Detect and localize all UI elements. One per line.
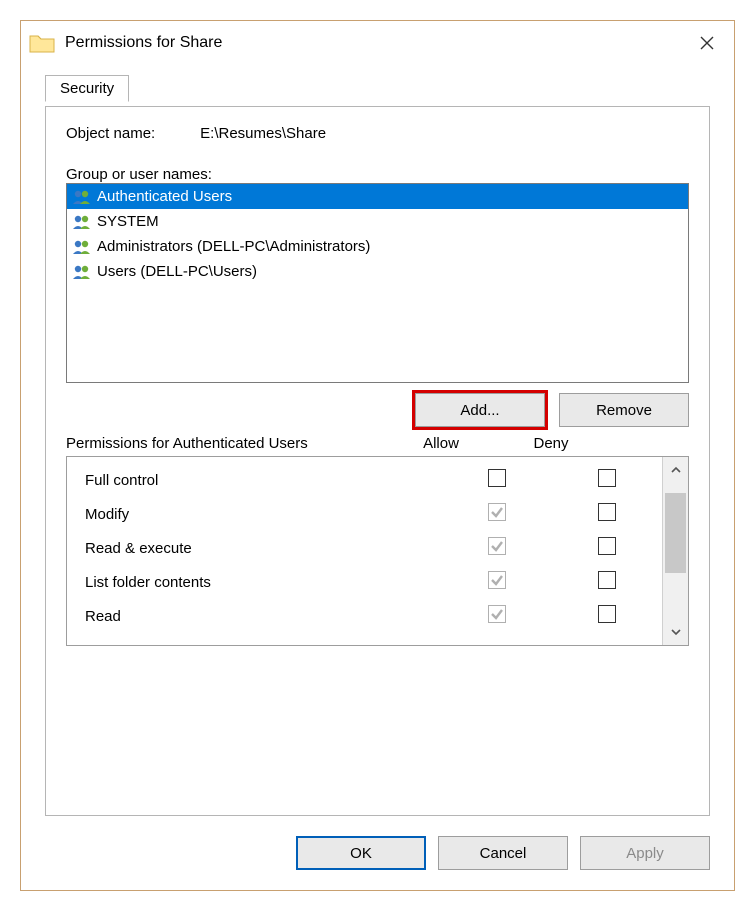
permission-checkbox[interactable] (598, 571, 616, 589)
permission-allow-cell (442, 469, 552, 491)
permission-allow-cell (442, 503, 552, 525)
group-list-item[interactable]: SYSTEM (67, 209, 688, 234)
permission-row: Full control (67, 463, 662, 497)
permission-allow-cell (442, 605, 552, 627)
group-list-item[interactable]: Users (DELL-PC\Users) (67, 259, 688, 284)
security-panel: Object name: E:\Resumes\Share Group or u… (45, 106, 710, 816)
permission-checkbox[interactable] (488, 503, 506, 521)
dialog-body: Security Object name: E:\Resumes\Share G… (21, 65, 734, 824)
permission-deny-cell (552, 537, 662, 559)
permission-checkbox[interactable] (488, 571, 506, 589)
dialog-footer: OK Cancel Apply (21, 824, 734, 890)
users-group-icon (71, 213, 93, 231)
permission-checkbox[interactable] (598, 605, 616, 623)
permission-name: Full control (85, 472, 442, 489)
permission-checkbox[interactable] (488, 605, 506, 623)
permission-checkbox[interactable] (598, 537, 616, 555)
group-list-label: Users (DELL-PC\Users) (97, 263, 257, 280)
chevron-up-icon (670, 464, 682, 476)
scroll-thumb[interactable] (665, 493, 686, 573)
scroll-up-button[interactable] (663, 457, 688, 483)
permission-checkbox[interactable] (598, 503, 616, 521)
group-label: Group or user names: (66, 166, 689, 183)
permission-deny-cell (552, 469, 662, 491)
folder-icon (29, 32, 55, 54)
permission-deny-cell (552, 503, 662, 525)
permissions-box: Full control Modify Read & execute List fol… (66, 456, 689, 646)
scroll-track[interactable] (663, 483, 688, 619)
object-name-row: Object name: E:\Resumes\Share (66, 125, 689, 142)
chevron-down-icon (670, 626, 682, 638)
users-group-icon (71, 188, 93, 206)
permissions-title: Permissions for Authenticated Users (66, 435, 386, 452)
add-button[interactable]: Add... (415, 393, 545, 427)
permission-row: Read & execute (67, 531, 662, 565)
permissions-scrollbar[interactable] (662, 457, 688, 645)
permission-deny-cell (552, 605, 662, 627)
group-list-label: Administrators (DELL-PC\Administrators) (97, 238, 370, 255)
column-header-deny: Deny (496, 435, 606, 452)
permissions-list: Full control Modify Read & execute List fol… (67, 457, 662, 645)
permission-name: Read (85, 608, 442, 625)
permission-allow-cell (442, 571, 552, 593)
close-button[interactable] (690, 29, 724, 57)
object-name-value: E:\Resumes\Share (200, 125, 326, 142)
permission-deny-cell (552, 571, 662, 593)
permission-row: Read (67, 599, 662, 633)
ok-button[interactable]: OK (296, 836, 426, 870)
group-list-label: Authenticated Users (97, 188, 232, 205)
tabstrip: Security (45, 75, 710, 107)
titlebar: Permissions for Share (21, 21, 734, 65)
group-list-item[interactable]: Administrators (DELL-PC\Administrators) (67, 234, 688, 259)
group-list-label: SYSTEM (97, 213, 159, 230)
permission-name: List folder contents (85, 574, 442, 591)
users-group-icon (71, 238, 93, 256)
scroll-down-button[interactable] (663, 619, 688, 645)
permission-row: List folder contents (67, 565, 662, 599)
permissions-header: Permissions for Authenticated Users Allo… (66, 435, 689, 452)
group-list-item[interactable]: Authenticated Users (67, 184, 688, 209)
close-icon (699, 35, 715, 51)
permission-name: Modify (85, 506, 442, 523)
permission-name: Read & execute (85, 540, 442, 557)
permission-checkbox[interactable] (488, 469, 506, 487)
group-button-row: Add... Remove (66, 393, 689, 427)
permission-checkbox[interactable] (598, 469, 616, 487)
permission-row: Modify (67, 497, 662, 531)
group-listbox[interactable]: Authenticated Users SYSTEM Administrators … (66, 183, 689, 383)
users-group-icon (71, 263, 93, 281)
window-title: Permissions for Share (65, 34, 690, 52)
permission-checkbox[interactable] (488, 537, 506, 555)
object-name-label: Object name: (66, 125, 196, 142)
remove-button[interactable]: Remove (559, 393, 689, 427)
cancel-button[interactable]: Cancel (438, 836, 568, 870)
permission-allow-cell (442, 537, 552, 559)
column-header-allow: Allow (386, 435, 496, 452)
tab-security[interactable]: Security (45, 75, 129, 102)
apply-button[interactable]: Apply (580, 836, 710, 870)
permissions-dialog: Permissions for Share Security Object na… (20, 20, 735, 891)
